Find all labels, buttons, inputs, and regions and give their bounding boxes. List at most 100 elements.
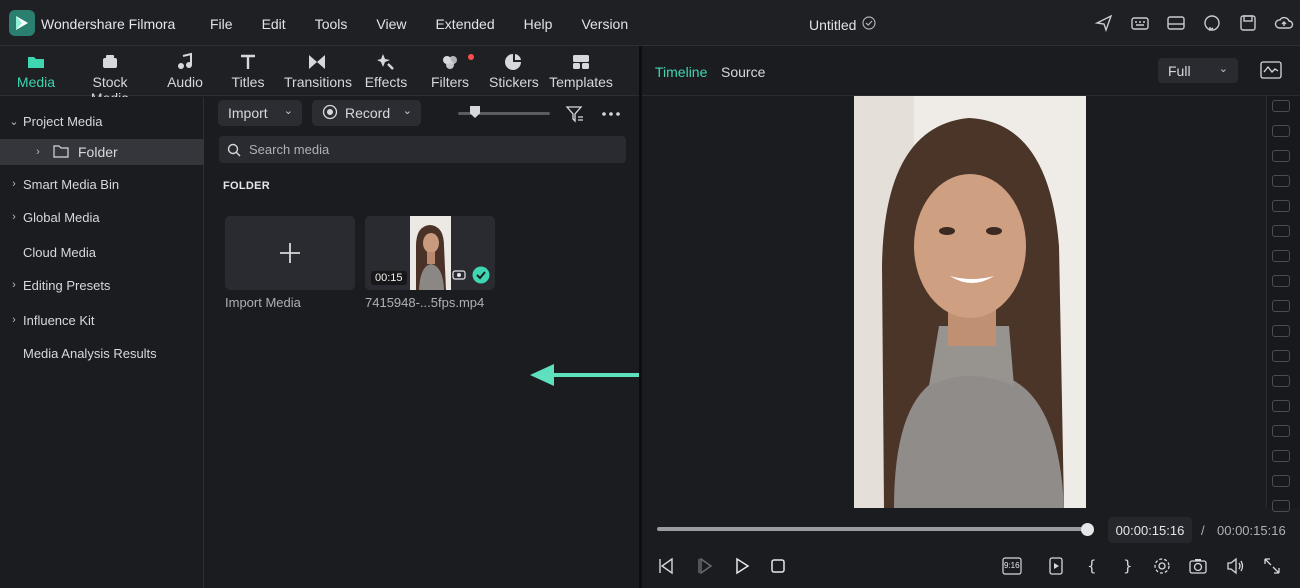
zoom-dropdown[interactable]: Full ⌄ [1158,58,1238,83]
mark-out-icon[interactable]: } [1118,556,1138,576]
chevron-right-icon: › [12,314,16,326]
sidebar-item-cloud-media[interactable]: Cloud Media [0,239,204,265]
film-hole [1272,325,1290,337]
layout-icon[interactable] [1166,13,1186,33]
tab-transitions-label: Transitions [284,74,352,90]
sidebar-item-influence-kit[interactable]: › Influence Kit [0,307,204,333]
cloud-upload-icon[interactable] [1274,13,1294,33]
library-tabs: Media Stock Media Audio Titles Transitio… [0,46,640,106]
preview-canvas[interactable] [642,96,1266,508]
fullscreen-icon[interactable] [1262,556,1282,576]
stock-media-icon [100,52,120,72]
tab-filters-label: Filters [430,74,470,90]
menu-edit[interactable]: Edit [262,16,286,32]
menu-version[interactable]: Version [581,16,628,32]
keyboard-icon[interactable] [1130,13,1150,33]
snapshot-camera-icon[interactable] [1188,556,1208,576]
send-icon[interactable] [1094,13,1114,33]
play-icon[interactable] [732,556,752,576]
film-hole [1272,350,1290,362]
sidebar-item-editing-presets[interactable]: › Editing Presets [0,272,204,298]
menu-tools[interactable]: Tools [315,16,348,32]
sidebar-item-folder[interactable]: › Folder [0,139,204,165]
chevron-right-icon: › [12,279,16,291]
import-media-tile[interactable] [225,216,355,290]
playback-scrubber[interactable] [657,527,1088,531]
film-hole [1272,125,1290,137]
zoom-label: Full [1168,62,1191,79]
tab-templates[interactable]: Templates [549,52,613,90]
prev-frame-icon[interactable] [657,556,677,576]
stickers-icon [503,52,523,72]
tab-media-label: Media [16,74,56,90]
chevron-right-icon: › [12,178,16,190]
tab-stickers-label: Stickers [489,74,539,90]
sidebar-item-global-media[interactable]: › Global Media [0,204,204,230]
waveform-icon[interactable] [1260,60,1282,83]
section-heading: FOLDER [223,180,271,192]
tab-timeline[interactable]: Timeline [655,64,707,80]
tab-media[interactable]: Media [16,52,56,90]
import-label: Import [228,105,268,121]
record-dropdown-button[interactable]: Record ⌄ [312,100,421,126]
sidebar-item-project-media[interactable]: ⌄ Project Media [0,108,204,134]
filter-sort-icon[interactable] [565,104,585,127]
stop-icon[interactable] [768,556,788,576]
film-hole [1272,100,1290,112]
search-icon [227,143,241,157]
chevron-down-icon: ⌄ [283,105,293,117]
sidebar-item-label: Smart Media Bin [23,176,120,192]
sidebar-item-label: Folder [78,144,118,160]
document-title[interactable]: Untitled [809,16,877,33]
sidebar-item-label: Project Media [23,113,103,129]
filters-icon [440,52,460,72]
more-options-icon[interactable] [601,105,621,126]
playhead-knob[interactable] [1081,523,1094,536]
clip-duration: 00:15 [371,271,407,285]
film-hole [1272,150,1290,162]
tab-filters[interactable]: Filters [430,52,470,90]
menu-view[interactable]: View [376,16,406,32]
tab-titles[interactable]: Titles [228,52,268,90]
clip-thumbnail [410,216,451,290]
tab-transitions[interactable]: Transitions [284,52,352,90]
tab-stickers[interactable]: Stickers [489,52,539,90]
tab-source[interactable]: Source [721,64,765,80]
film-hole [1272,225,1290,237]
media-clip-tile[interactable]: 00:15 [365,216,495,290]
next-frame-icon[interactable] [696,556,716,576]
total-time: 00:00:15:16 [1217,523,1286,538]
chevron-down-icon: ⌄ [402,105,412,117]
menu-file[interactable]: File [210,16,233,32]
settings-gear-icon[interactable] [1152,556,1172,576]
film-hole [1272,375,1290,387]
sidebar-item-media-analysis-results[interactable]: Media Analysis Results [0,340,204,366]
record-label: Record [345,105,391,121]
clip-name: 7415948-...5fps.mp4 [365,295,485,310]
media-icon [26,52,46,72]
render-preview-icon[interactable] [1046,556,1066,576]
timeline-filmstrip[interactable] [1266,96,1300,512]
tab-audio[interactable]: Audio [164,52,206,90]
sidebar-item-label: Editing Presets [23,277,111,293]
text-icon [238,52,258,72]
search-input[interactable] [249,142,609,157]
app-name: Wondershare Filmora [41,16,176,32]
check-badge-icon [472,266,490,287]
thumbnail-size-slider[interactable] [458,106,550,118]
check-circle-icon [862,16,877,33]
import-dropdown-button[interactable]: Import ⌄ [218,100,302,126]
support-icon[interactable] [1202,13,1222,33]
tab-templates-label: Templates [549,74,613,90]
menu-help[interactable]: Help [524,16,553,32]
tab-effects[interactable]: Effects [364,52,408,90]
sidebar-item-label: Influence Kit [23,312,95,328]
menu-extended[interactable]: Extended [435,16,494,32]
volume-icon[interactable] [1225,556,1245,576]
mark-in-icon[interactable]: { [1082,556,1102,576]
sidebar-item-smart-media-bin[interactable]: › Smart Media Bin [0,171,204,197]
slider-handle[interactable] [470,106,480,118]
sidebar-item-label: Media Analysis Results [23,345,157,361]
save-icon[interactable] [1238,13,1258,33]
tab-titles-label: Titles [231,74,265,90]
